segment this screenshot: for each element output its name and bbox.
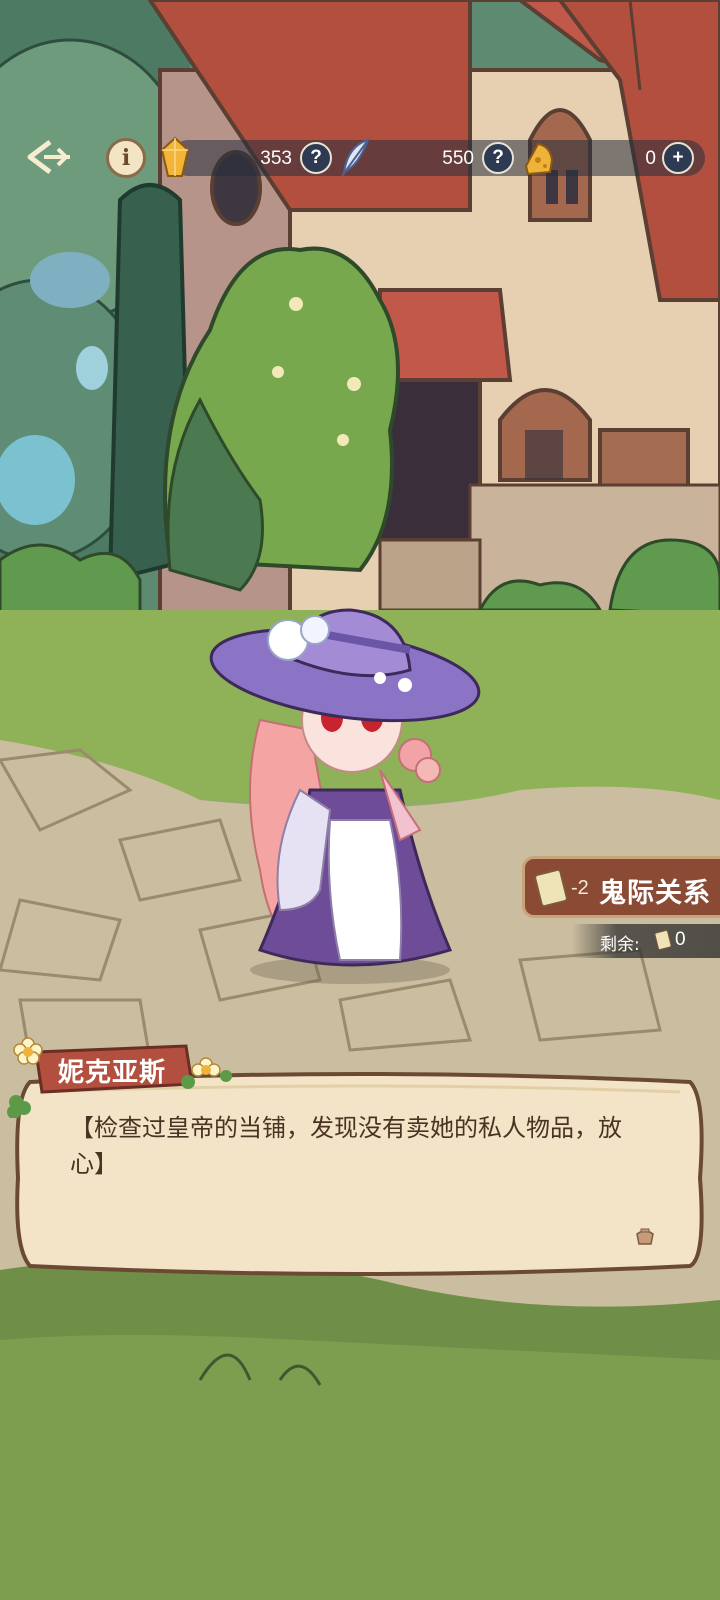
info-icon: i bbox=[121, 145, 131, 171]
back-arrow-icon[interactable] bbox=[24, 136, 76, 178]
relationship-card-small-icon bbox=[654, 929, 672, 951]
feather-value: 550 bbox=[442, 148, 474, 169]
relationship-card-icon bbox=[533, 868, 569, 908]
amber-crystal-icon bbox=[158, 136, 192, 180]
remaining-label: 剩余: bbox=[600, 935, 640, 955]
dialogue-box[interactable]: 【检查过皇帝的当铺，发现没有卖她的私人物品，放心】 bbox=[10, 1068, 710, 1280]
speaker-name: 妮克亚斯 bbox=[58, 1058, 167, 1088]
relationship-button[interactable]: -2 鬼际关系 bbox=[522, 856, 720, 918]
relationship-label: 鬼际关系 bbox=[599, 878, 711, 909]
character-sprite[interactable] bbox=[200, 590, 490, 1010]
flower-clover-right-icon bbox=[181, 1057, 232, 1089]
remaining-value: 0 bbox=[675, 929, 686, 950]
cheese-icon bbox=[522, 136, 556, 180]
crystal-value: 353 bbox=[260, 148, 292, 169]
info-button[interactable]: i bbox=[106, 138, 146, 178]
add-cheese-button[interactable]: + bbox=[662, 142, 694, 174]
remaining-counter: 剩余: 0 bbox=[572, 924, 720, 958]
flower-clover-left-icon bbox=[7, 1037, 43, 1118]
continue-pot-icon bbox=[636, 1228, 654, 1245]
feather-quill-icon bbox=[338, 136, 372, 180]
crystal-help-button[interactable]: ? bbox=[300, 142, 332, 174]
top-hud: i 353 ? 550 ? 0 + bbox=[0, 130, 720, 190]
cheese-value: 0 bbox=[645, 148, 656, 169]
feather-help-button[interactable]: ? bbox=[482, 142, 514, 174]
dialogue-text: 【检查过皇帝的当铺，发现没有卖她的私人物品，放心】 bbox=[70, 1114, 622, 1178]
relationship-cost: -2 bbox=[571, 877, 589, 899]
